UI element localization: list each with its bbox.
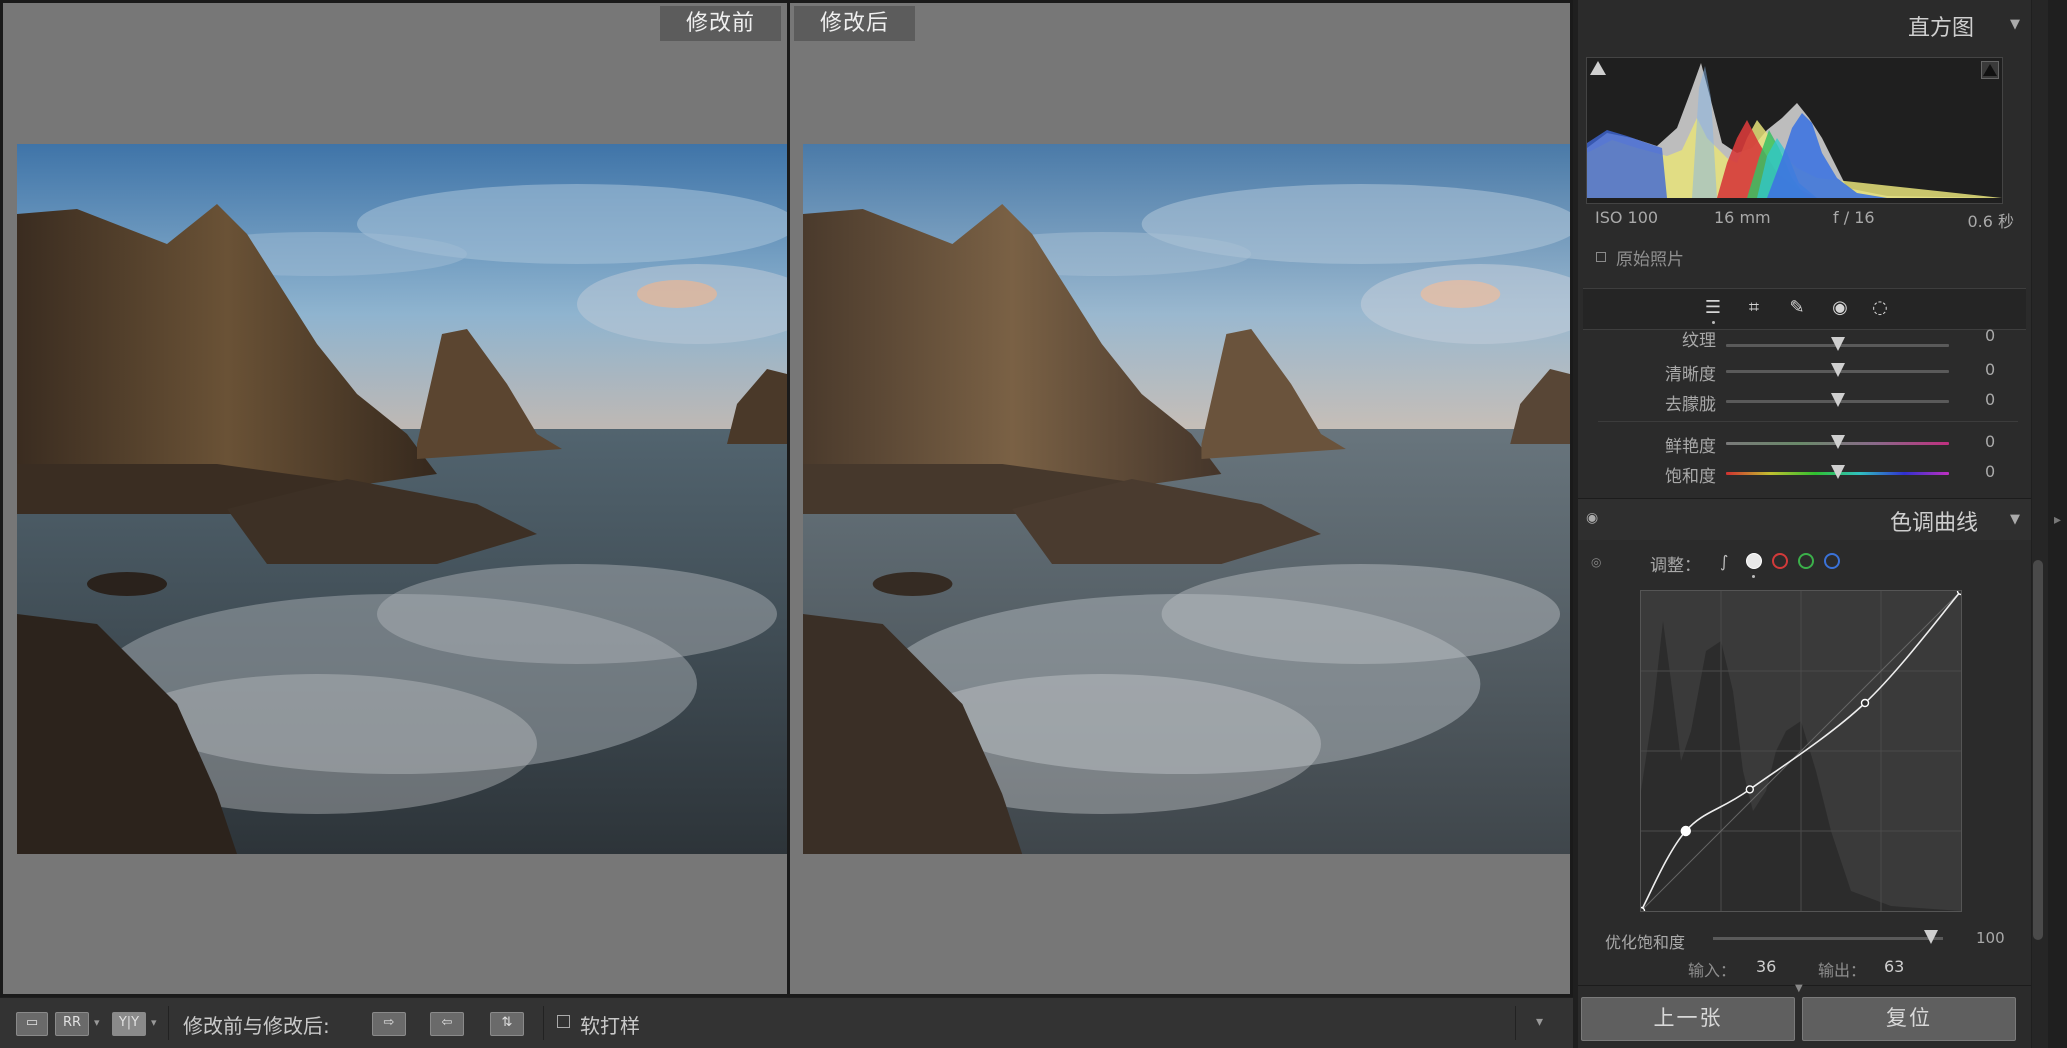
slider-label: 鲜艳度 — [1665, 437, 1716, 457]
reset-button[interactable]: 复位 — [1802, 997, 2016, 1041]
output-label: 输出： — [1818, 961, 1867, 980]
scrollbar-thumb[interactable] — [2033, 560, 2043, 940]
before-after-label: 修改前与修改后: — [183, 1014, 330, 1038]
mask-icon[interactable]: ◌ — [1867, 295, 1893, 321]
slider-dehaze[interactable]: 去朦胧 0 — [1583, 388, 2028, 415]
iso-value: ISO 100 — [1595, 208, 1659, 227]
histogram[interactable] — [1586, 57, 2003, 204]
aperture-value: f / 16 — [1833, 208, 1875, 227]
slider-label: 清晰度 — [1665, 365, 1716, 385]
toolbar-divider — [168, 1006, 169, 1040]
seascape-image — [803, 144, 1570, 854]
develop-panel: 直方图 ▼ ISO 100 16 mm f / 16 0.6 秒 原始照片 ☰ … — [1578, 0, 2031, 1048]
softproof-label: 软打样 — [580, 1014, 640, 1038]
target-adjust-icon[interactable]: ◎ — [1591, 555, 1601, 569]
slider-thumb[interactable] — [1831, 337, 1845, 351]
refine-saturation-label: 优化饱和度 — [1605, 933, 1686, 952]
copy-before-to-after-button[interactable]: ⇨ — [372, 1012, 406, 1036]
refine-saturation-track[interactable] — [1713, 937, 1943, 940]
green-channel-dot[interactable] — [1798, 553, 1814, 569]
softproof-checkbox[interactable] — [557, 1015, 570, 1028]
toolbar-divider — [543, 1006, 544, 1040]
slider-clarity[interactable]: 清晰度 0 — [1583, 358, 2028, 385]
shutter-value: 0.6 秒 — [1967, 212, 2014, 231]
slider-label: 纹理 — [1682, 331, 1716, 351]
focal-length-value: 16 mm — [1714, 208, 1771, 227]
blue-channel-dot[interactable] — [1824, 553, 1840, 569]
right-panel: 直方图 ▼ ISO 100 16 mm f / 16 0.6 秒 原始照片 ☰ … — [1573, 0, 2067, 1048]
copy-after-to-before-button[interactable]: ⇦ — [430, 1012, 464, 1036]
slider-vibrance[interactable]: 鲜艳度 0 — [1583, 430, 2028, 457]
chevron-down-icon[interactable]: ▾ — [151, 1016, 157, 1029]
curve-point[interactable] — [1860, 698, 1870, 708]
panel-scrollbar[interactable] — [2032, 0, 2048, 1048]
active-tool-indicator — [1712, 321, 1715, 324]
slider-value[interactable]: 0 — [1985, 360, 1995, 379]
adjust-label: 调整： — [1650, 556, 1701, 576]
after-pane[interactable]: 修改后 — [790, 3, 1570, 994]
input-label: 输入： — [1688, 961, 1737, 980]
before-photo[interactable] — [17, 144, 787, 854]
active-channel-indicator — [1752, 575, 1755, 578]
slider-value[interactable]: 0 — [1985, 432, 1995, 451]
red-channel-dot[interactable] — [1772, 553, 1788, 569]
after-photo[interactable] — [803, 144, 1570, 854]
original-photo-checkbox[interactable] — [1596, 252, 1606, 262]
before-pane[interactable]: 修改前 — [3, 3, 787, 994]
before-label: 修改前 — [659, 6, 781, 41]
collapse-triangle-icon[interactable]: ▼ — [2010, 17, 2020, 32]
histogram-graph — [1587, 63, 2002, 198]
slider-thumb[interactable] — [1831, 435, 1845, 449]
rgb-channel-dot[interactable] — [1746, 553, 1762, 569]
slider-label: 去朦胧 — [1665, 395, 1716, 415]
parametric-curve-icon[interactable]: ∫ — [1720, 553, 1738, 571]
eye-icon[interactable]: ◉ — [1586, 510, 1598, 526]
tone-curve-title[interactable]: 色调曲线 — [1890, 505, 1978, 537]
expand-panel-icon[interactable]: ▼ — [1795, 983, 1803, 994]
slider-value[interactable]: 0 — [1985, 462, 1995, 481]
before-after-lr-button[interactable]: RR — [55, 1012, 89, 1036]
shadow-clipping-icon[interactable] — [1590, 61, 1606, 75]
curve-point[interactable] — [1745, 785, 1755, 794]
compare-view: 修改前 修改后 — [0, 0, 1573, 997]
healing-icon[interactable]: ✎ — [1784, 295, 1810, 321]
divider — [1578, 985, 2031, 986]
refine-saturation-value[interactable]: 100 — [1976, 929, 2005, 947]
toolbar-menu-icon[interactable]: ▾ — [1536, 1014, 1543, 1030]
seascape-image — [17, 144, 787, 854]
tone-curve-canvas[interactable] — [1636, 586, 1966, 916]
sliders-icon[interactable]: ☰ — [1700, 295, 1726, 321]
previous-button[interactable]: 上一张 — [1581, 997, 1795, 1041]
chevron-down-icon[interactable]: ▾ — [94, 1016, 100, 1029]
divider — [1598, 421, 2018, 422]
slider-thumb[interactable] — [1831, 393, 1845, 407]
before-after-split-button[interactable]: Y|Y — [112, 1012, 146, 1036]
slider-texture[interactable]: 纹理 0 — [1583, 326, 2028, 358]
tone-curve-graph[interactable] — [1636, 586, 1966, 916]
output-value[interactable]: 63 — [1884, 957, 1904, 976]
loupe-view-button[interactable]: ▭ — [16, 1012, 48, 1036]
slider-saturation[interactable]: 饱和度 0 — [1583, 460, 2028, 487]
input-value[interactable]: 36 — [1756, 957, 1776, 976]
crop-icon[interactable]: ⌗ — [1741, 295, 1767, 321]
refine-saturation-thumb[interactable] — [1924, 930, 1938, 944]
original-photo-label: 原始照片 — [1616, 250, 1684, 270]
tool-strip: ☰ ⌗ ✎ ◉ ◌ — [1583, 288, 2026, 330]
slider-thumb[interactable] — [1831, 465, 1845, 479]
panel-toggle-arrow-icon[interactable]: ▸ — [2048, 512, 2067, 528]
after-label: 修改后 — [794, 6, 916, 41]
curve-point[interactable] — [1680, 825, 1691, 837]
red-eye-icon[interactable]: ◉ — [1827, 295, 1853, 321]
slider-thumb[interactable] — [1831, 363, 1845, 377]
slider-value[interactable]: 0 — [1985, 390, 1995, 409]
toolbar-divider — [1515, 1006, 1516, 1040]
histogram-title[interactable]: 直方图 — [1908, 10, 1974, 42]
slider-label: 饱和度 — [1665, 467, 1716, 487]
bottom-toolbar: ▭ RR ▾ Y|Y ▾ 修改前与修改后: ⇨ ⇦ ⇅ 软打样 ▾ — [0, 997, 1573, 1048]
highlight-clipping-icon[interactable] — [1981, 61, 1999, 79]
collapse-triangle-icon[interactable]: ▼ — [2010, 512, 2020, 527]
slider-value[interactable]: 0 — [1985, 326, 1995, 345]
swap-before-after-button[interactable]: ⇅ — [490, 1012, 524, 1036]
